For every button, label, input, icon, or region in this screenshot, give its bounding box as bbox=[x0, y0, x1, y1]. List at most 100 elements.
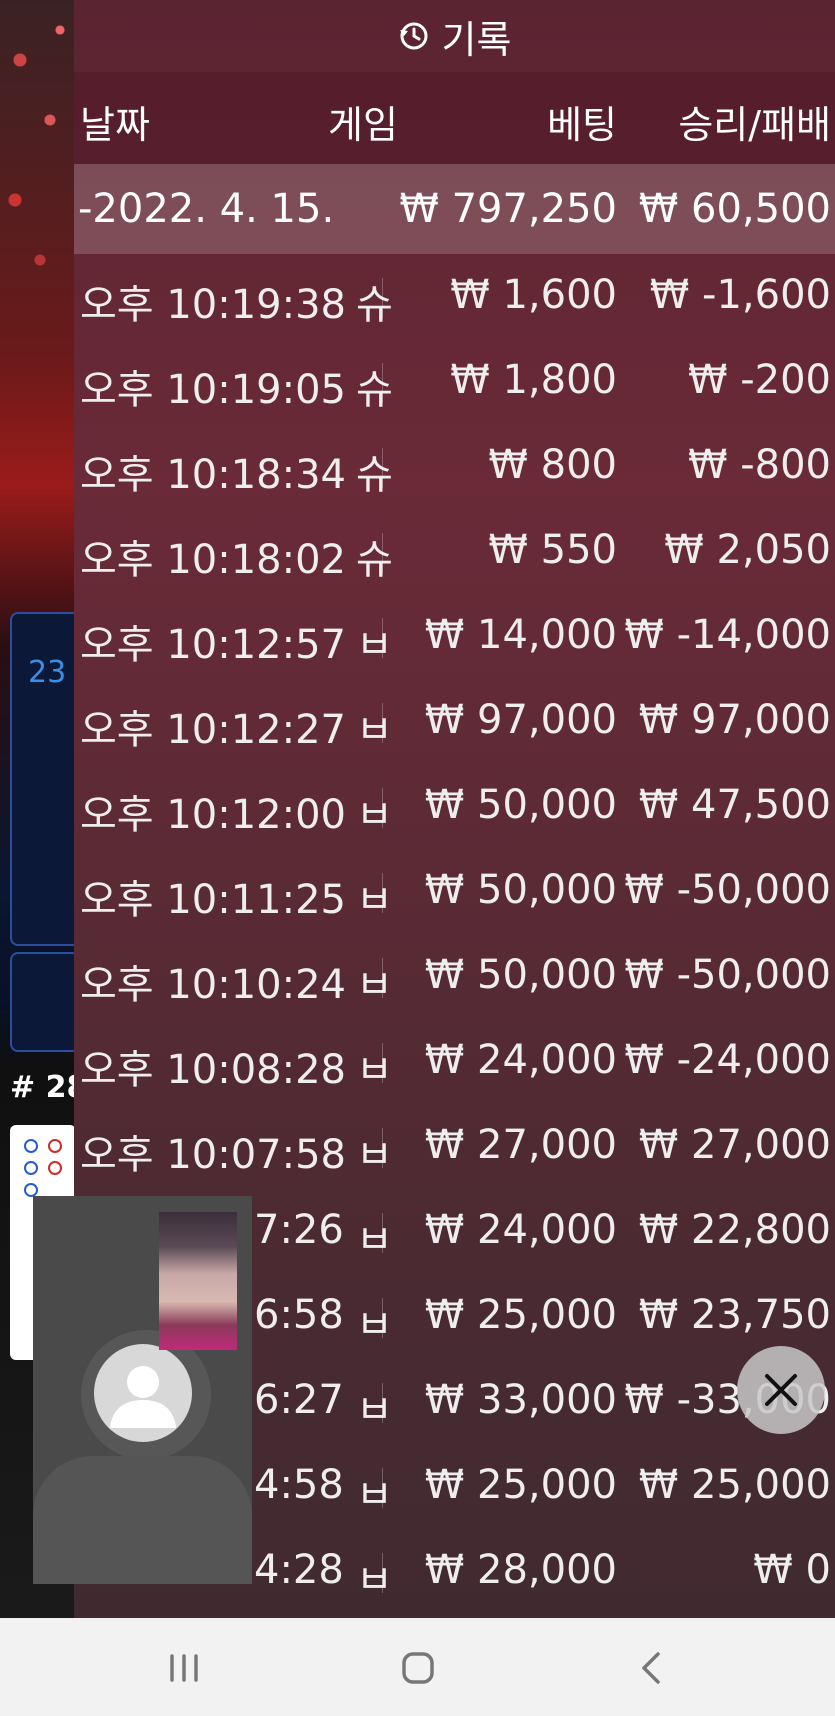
row-bet: ₩ 33,000 bbox=[424, 1377, 617, 1423]
row-game: ㅂ bbox=[356, 707, 393, 753]
history-icon bbox=[399, 22, 428, 50]
history-title: 기록 bbox=[441, 17, 512, 62]
row-game: ㅂ bbox=[356, 622, 393, 668]
row-game: 슈 bbox=[356, 537, 393, 583]
history-row[interactable]: 오후 10:10:24 ㅂ ₩ 50,000 ₩ -50,000 bbox=[74, 934, 835, 1019]
person-icon bbox=[110, 1366, 176, 1428]
back-button[interactable] bbox=[622, 1646, 682, 1690]
score-dot bbox=[24, 1183, 38, 1197]
row-time: 오후 10:19:38 bbox=[80, 282, 346, 328]
home-button[interactable] bbox=[388, 1646, 448, 1690]
history-row[interactable]: 오후 10:07:58 ㅂ ₩ 27,000 ₩ 27,000 bbox=[74, 1104, 835, 1189]
row-bet: ₩ 800 bbox=[488, 442, 617, 488]
column-divider bbox=[382, 703, 383, 743]
column-divider bbox=[382, 1128, 383, 1168]
row-game: ㅂ bbox=[356, 1302, 393, 1348]
recents-icon bbox=[170, 1654, 198, 1682]
history-title-bar: 기록 bbox=[74, 0, 835, 72]
column-divider bbox=[382, 873, 383, 913]
close-icon bbox=[765, 1374, 797, 1406]
background-badge: 23 bbox=[28, 655, 67, 690]
row-result: ₩ -24,000 bbox=[624, 1037, 831, 1083]
history-row[interactable]: 오후 10:18:02 슈 ₩ 550 ₩ 2,050 bbox=[74, 509, 835, 594]
row-bet: ₩ 14,000 bbox=[424, 612, 617, 658]
video-thumbnail[interactable] bbox=[159, 1212, 237, 1350]
row-game: ㅂ bbox=[356, 962, 393, 1008]
row-result: ₩ 23,750 bbox=[638, 1292, 831, 1338]
row-time: 7:26 bbox=[254, 1207, 344, 1253]
column-divider bbox=[382, 618, 383, 658]
row-game: ㅂ bbox=[356, 792, 393, 838]
row-game: ㅂ bbox=[356, 1472, 393, 1518]
row-time: 오후 10:12:00 bbox=[80, 792, 346, 838]
column-divider bbox=[382, 533, 383, 573]
row-time: 오후 10:10:24 bbox=[80, 962, 346, 1008]
row-result: ₩ -800 bbox=[687, 442, 831, 488]
history-row[interactable]: 오후 10:11:25 ㅂ ₩ 50,000 ₩ -50,000 bbox=[74, 849, 835, 934]
row-time: 오후 10:12:57 bbox=[80, 622, 346, 668]
close-button[interactable] bbox=[737, 1346, 825, 1434]
row-result: ₩ 25,000 bbox=[638, 1462, 831, 1508]
score-dot bbox=[48, 1161, 62, 1175]
row-bet: ₩ 27,000 bbox=[424, 1122, 617, 1168]
row-game: ㅂ bbox=[356, 1047, 393, 1093]
column-divider bbox=[382, 958, 383, 998]
row-time: 오후 10:12:27 bbox=[80, 707, 346, 753]
row-bet: ₩ 1,800 bbox=[450, 357, 617, 403]
background-blossom-image bbox=[0, 0, 80, 330]
video-call-overlay[interactable] bbox=[33, 1196, 252, 1584]
row-time: 오후 10:18:02 bbox=[80, 537, 346, 583]
row-game: ㅂ bbox=[356, 877, 393, 923]
column-divider bbox=[382, 1213, 383, 1253]
video-silhouette-body bbox=[33, 1456, 252, 1584]
date-result-total: ₩ 60,500 bbox=[638, 186, 831, 232]
column-divider bbox=[382, 1468, 383, 1508]
avatar bbox=[94, 1344, 192, 1442]
history-row[interactable]: 오후 10:12:00 ㅂ ₩ 50,000 ₩ 47,500 bbox=[74, 764, 835, 849]
history-row[interactable]: 오후 10:19:05 슈 ₩ 1,800 ₩ -200 bbox=[74, 339, 835, 424]
row-bet: ₩ 50,000 bbox=[424, 867, 617, 913]
row-result: ₩ 2,050 bbox=[664, 527, 831, 573]
column-divider bbox=[382, 1298, 383, 1338]
history-row[interactable]: 오후 10:19:38 슈 ₩ 1,600 ₩ -1,600 bbox=[74, 254, 835, 339]
column-divider bbox=[382, 1043, 383, 1083]
row-game: ㅂ bbox=[356, 1557, 393, 1603]
score-dot bbox=[24, 1139, 38, 1153]
row-time: 6:27 bbox=[254, 1377, 344, 1423]
row-bet: ₩ 50,000 bbox=[424, 782, 617, 828]
row-result: ₩ 27,000 bbox=[638, 1122, 831, 1168]
row-bet: ₩ 28,000 bbox=[424, 1547, 617, 1593]
row-game: 슈 bbox=[356, 282, 393, 328]
column-divider bbox=[382, 788, 383, 828]
column-divider bbox=[382, 1383, 383, 1423]
row-time: 오후 10:18:34 bbox=[80, 452, 346, 498]
row-game: ㅂ bbox=[356, 1217, 393, 1263]
column-divider bbox=[382, 363, 383, 403]
row-bet: ₩ 550 bbox=[488, 527, 617, 573]
row-result: ₩ -50,000 bbox=[624, 867, 831, 913]
column-divider bbox=[382, 278, 383, 318]
history-row[interactable]: 오후 10:12:27 ㅂ ₩ 97,000 ₩ 97,000 bbox=[74, 679, 835, 764]
row-bet: ₩ 97,000 bbox=[424, 697, 617, 743]
header-date: 날짜 bbox=[80, 103, 150, 147]
history-row[interactable]: 오후 10:08:28 ㅂ ₩ 24,000 ₩ -24,000 bbox=[74, 1019, 835, 1104]
row-game: ㅂ bbox=[356, 1387, 393, 1433]
date-label: -2022. 4. 15. bbox=[78, 186, 335, 232]
row-result: ₩ -14,000 bbox=[624, 612, 831, 658]
row-game: ㅂ bbox=[356, 1132, 393, 1178]
row-result: ₩ -200 bbox=[687, 357, 831, 403]
header-bet: 베팅 bbox=[547, 103, 617, 147]
row-time: 오후 10:19:05 bbox=[80, 367, 346, 413]
row-time: 오후 10:07:58 bbox=[80, 1132, 346, 1178]
history-row[interactable]: 오후 10:12:57 ㅂ ₩ 14,000 ₩ -14,000 bbox=[74, 594, 835, 679]
row-time: 4:28 bbox=[254, 1547, 344, 1593]
row-time: 오후 10:08:28 bbox=[80, 1047, 346, 1093]
score-dot bbox=[24, 1161, 38, 1175]
recents-button[interactable] bbox=[154, 1646, 214, 1690]
row-result: ₩ 97,000 bbox=[638, 697, 831, 743]
background-panel-2 bbox=[10, 952, 80, 1052]
system-nav-bar bbox=[0, 1618, 835, 1716]
date-group-row[interactable]: -2022. 4. 15. ₩ 797,250 ₩ 60,500 bbox=[74, 164, 835, 254]
row-game: 슈 bbox=[356, 452, 393, 498]
history-row[interactable]: 오후 10:18:34 슈 ₩ 800 ₩ -800 bbox=[74, 424, 835, 509]
